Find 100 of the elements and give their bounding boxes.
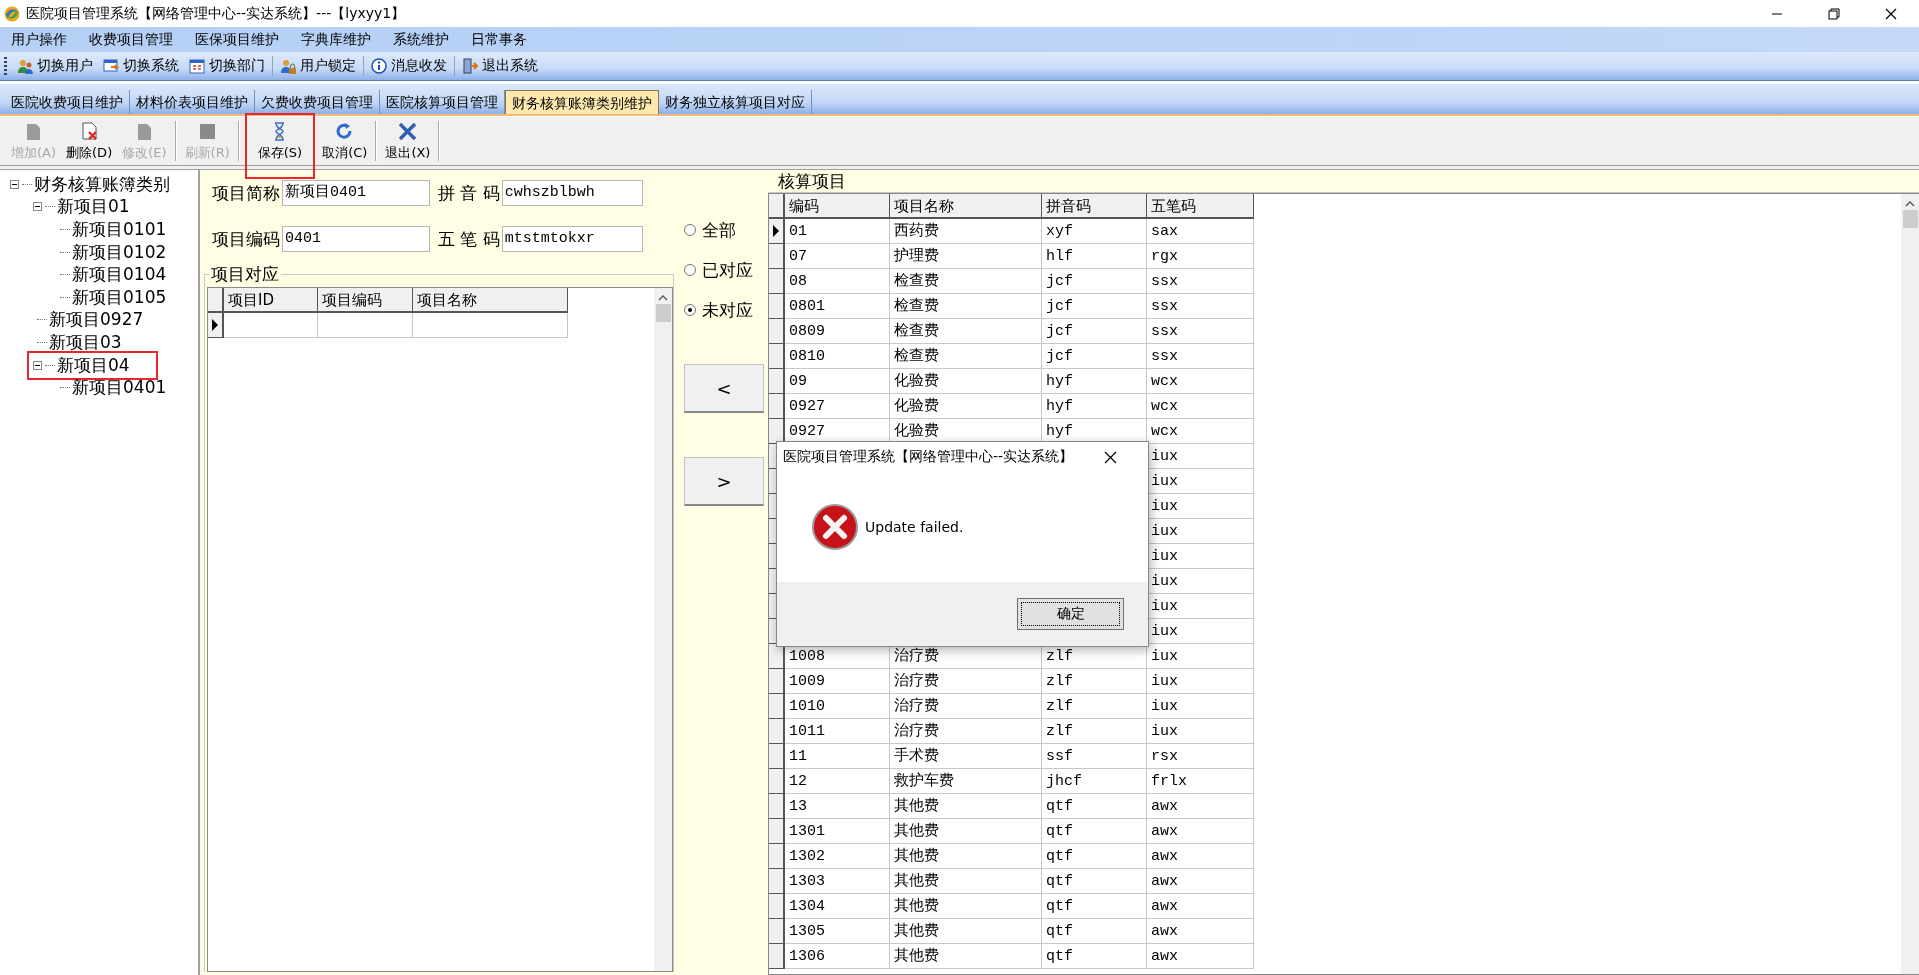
table-cell: 治疗费 [890,669,1042,694]
row-header[interactable] [769,794,785,819]
column-header[interactable]: 项目编码 [318,288,413,313]
move-button[interactable]: < [684,364,764,413]
row-header[interactable] [769,294,785,319]
tab[interactable]: 财务独立核算项目对应 [659,90,812,114]
tab[interactable]: 欠费收费项目管理 [255,90,380,114]
row-header[interactable] [769,744,785,769]
column-header[interactable]: 项目名称 [413,288,568,313]
table-cell: zlf [1042,669,1147,694]
collapse-icon[interactable] [10,179,19,189]
tab[interactable]: 医院收费项目维护 [5,90,130,114]
menu-item[interactable]: 系统维护 [382,27,460,52]
close-icon[interactable] [1104,450,1118,464]
collapse-icon[interactable] [33,202,42,212]
row-header[interactable] [769,244,785,269]
input-field[interactable]: mtstmtokxr [501,226,643,252]
scroll-up-icon[interactable] [1905,200,1915,207]
toolbar-button[interactable]: 退出系统 [457,57,543,75]
ok-button[interactable]: 确定 [1017,598,1124,630]
table-cell: ssf [1042,744,1147,769]
toolbar-button[interactable]: 删除(D) [61,117,118,165]
menu-item[interactable]: 收费项目管理 [78,27,184,52]
radio-label[interactable]: 全部 [702,218,736,242]
row-header[interactable] [769,369,785,394]
app-logo-icon [4,5,20,22]
toolbar-button[interactable]: 消息收发 [366,57,452,75]
row-header[interactable] [769,844,785,869]
radio-button[interactable] [684,224,696,236]
toolbar-button[interactable]: 退出(X) [380,117,436,165]
tree-item[interactable]: 新项目0927 [49,309,144,330]
toolbar-button[interactable]: 保存(S) [252,117,308,165]
menu-item[interactable]: 字典库维护 [290,27,382,52]
menu-item[interactable]: 用户操作 [0,27,78,52]
table-cell: wcx [1147,394,1254,419]
column-header[interactable]: 项目名称 [890,194,1042,219]
field-label: 项目简称 [212,181,280,205]
current-row-marker[interactable] [208,313,224,338]
table-cell: awx [1147,844,1254,869]
radio-button[interactable] [684,264,696,276]
tree-item[interactable]: 新项目0102 [72,241,167,262]
column-header[interactable]: 项目ID [224,288,318,313]
row-header[interactable] [769,319,785,344]
tree-item[interactable]: 新项目0401 [72,377,167,398]
tree-item[interactable]: 新项目01 [57,196,130,217]
row-header[interactable] [769,694,785,719]
restore-icon[interactable] [1827,7,1840,20]
tree-item[interactable]: 新项目0104 [72,264,167,285]
row-header[interactable] [769,769,785,794]
radio-label[interactable]: 未对应 [702,298,753,322]
row-header[interactable] [769,719,785,744]
scrollbar-thumb[interactable] [1902,210,1918,228]
input-field[interactable]: 0401 [282,226,430,252]
table-cell: 0810 [785,344,890,369]
row-header[interactable] [769,419,785,444]
current-row-marker[interactable] [769,219,785,244]
input-field[interactable]: 新项目0401 [282,180,430,206]
tree-item[interactable]: 新项目0101 [72,219,167,239]
row-header[interactable] [769,919,785,944]
move-button[interactable]: > [684,457,764,506]
table-cell: 1305 [785,919,890,944]
column-header[interactable]: 五笔码 [1147,194,1254,219]
column-header[interactable]: 编码 [785,194,890,219]
collapse-icon[interactable] [33,360,42,370]
menu-item[interactable]: 医保项目维护 [184,27,290,52]
toolbar-button[interactable]: 取消(C) [317,117,373,165]
tab[interactable]: 财务核算账簿类别维护 [505,90,659,114]
tree-item[interactable]: 新项目0105 [72,286,167,307]
row-header[interactable] [769,819,785,844]
row-header[interactable] [769,394,785,419]
column-header[interactable]: 拼音码 [1042,194,1147,219]
table-cell: xyf [1042,219,1147,244]
table-cell: hyf [1042,369,1147,394]
table-cell: 检查费 [890,294,1042,319]
row-header[interactable] [769,944,785,969]
scrollbar-thumb[interactable] [655,304,671,322]
row-header[interactable] [769,869,785,894]
header-corner [769,194,785,219]
toolbar-button[interactable]: 切换系统 [98,57,184,75]
row-header[interactable] [769,644,785,669]
toolbar-button[interactable]: 用户锁定 [275,57,361,75]
scroll-up-icon[interactable] [658,294,668,301]
input-field[interactable]: cwhszblbwh [501,180,643,206]
tree-item[interactable]: 新项目04 [57,354,130,375]
tab[interactable]: 材料价表项目维护 [130,90,255,114]
tree-item[interactable]: 新项目03 [49,331,122,352]
radio-button[interactable] [684,304,696,316]
radio-label[interactable]: 已对应 [702,258,753,282]
table-cell: hyf [1042,394,1147,419]
row-header[interactable] [769,669,785,694]
tree-item[interactable]: 财务核算账簿类别 [34,173,170,194]
toolbar-button[interactable]: 切换用户 [12,57,98,75]
table-cell: 检查费 [890,269,1042,294]
menu-item[interactable]: 日常事务 [460,27,538,52]
row-header[interactable] [769,269,785,294]
toolbar-button[interactable]: 切换部门 [184,57,270,75]
table-cell: iux [1147,669,1254,694]
close-icon[interactable] [1884,7,1897,20]
row-header[interactable] [769,344,785,369]
row-header[interactable] [769,894,785,919]
